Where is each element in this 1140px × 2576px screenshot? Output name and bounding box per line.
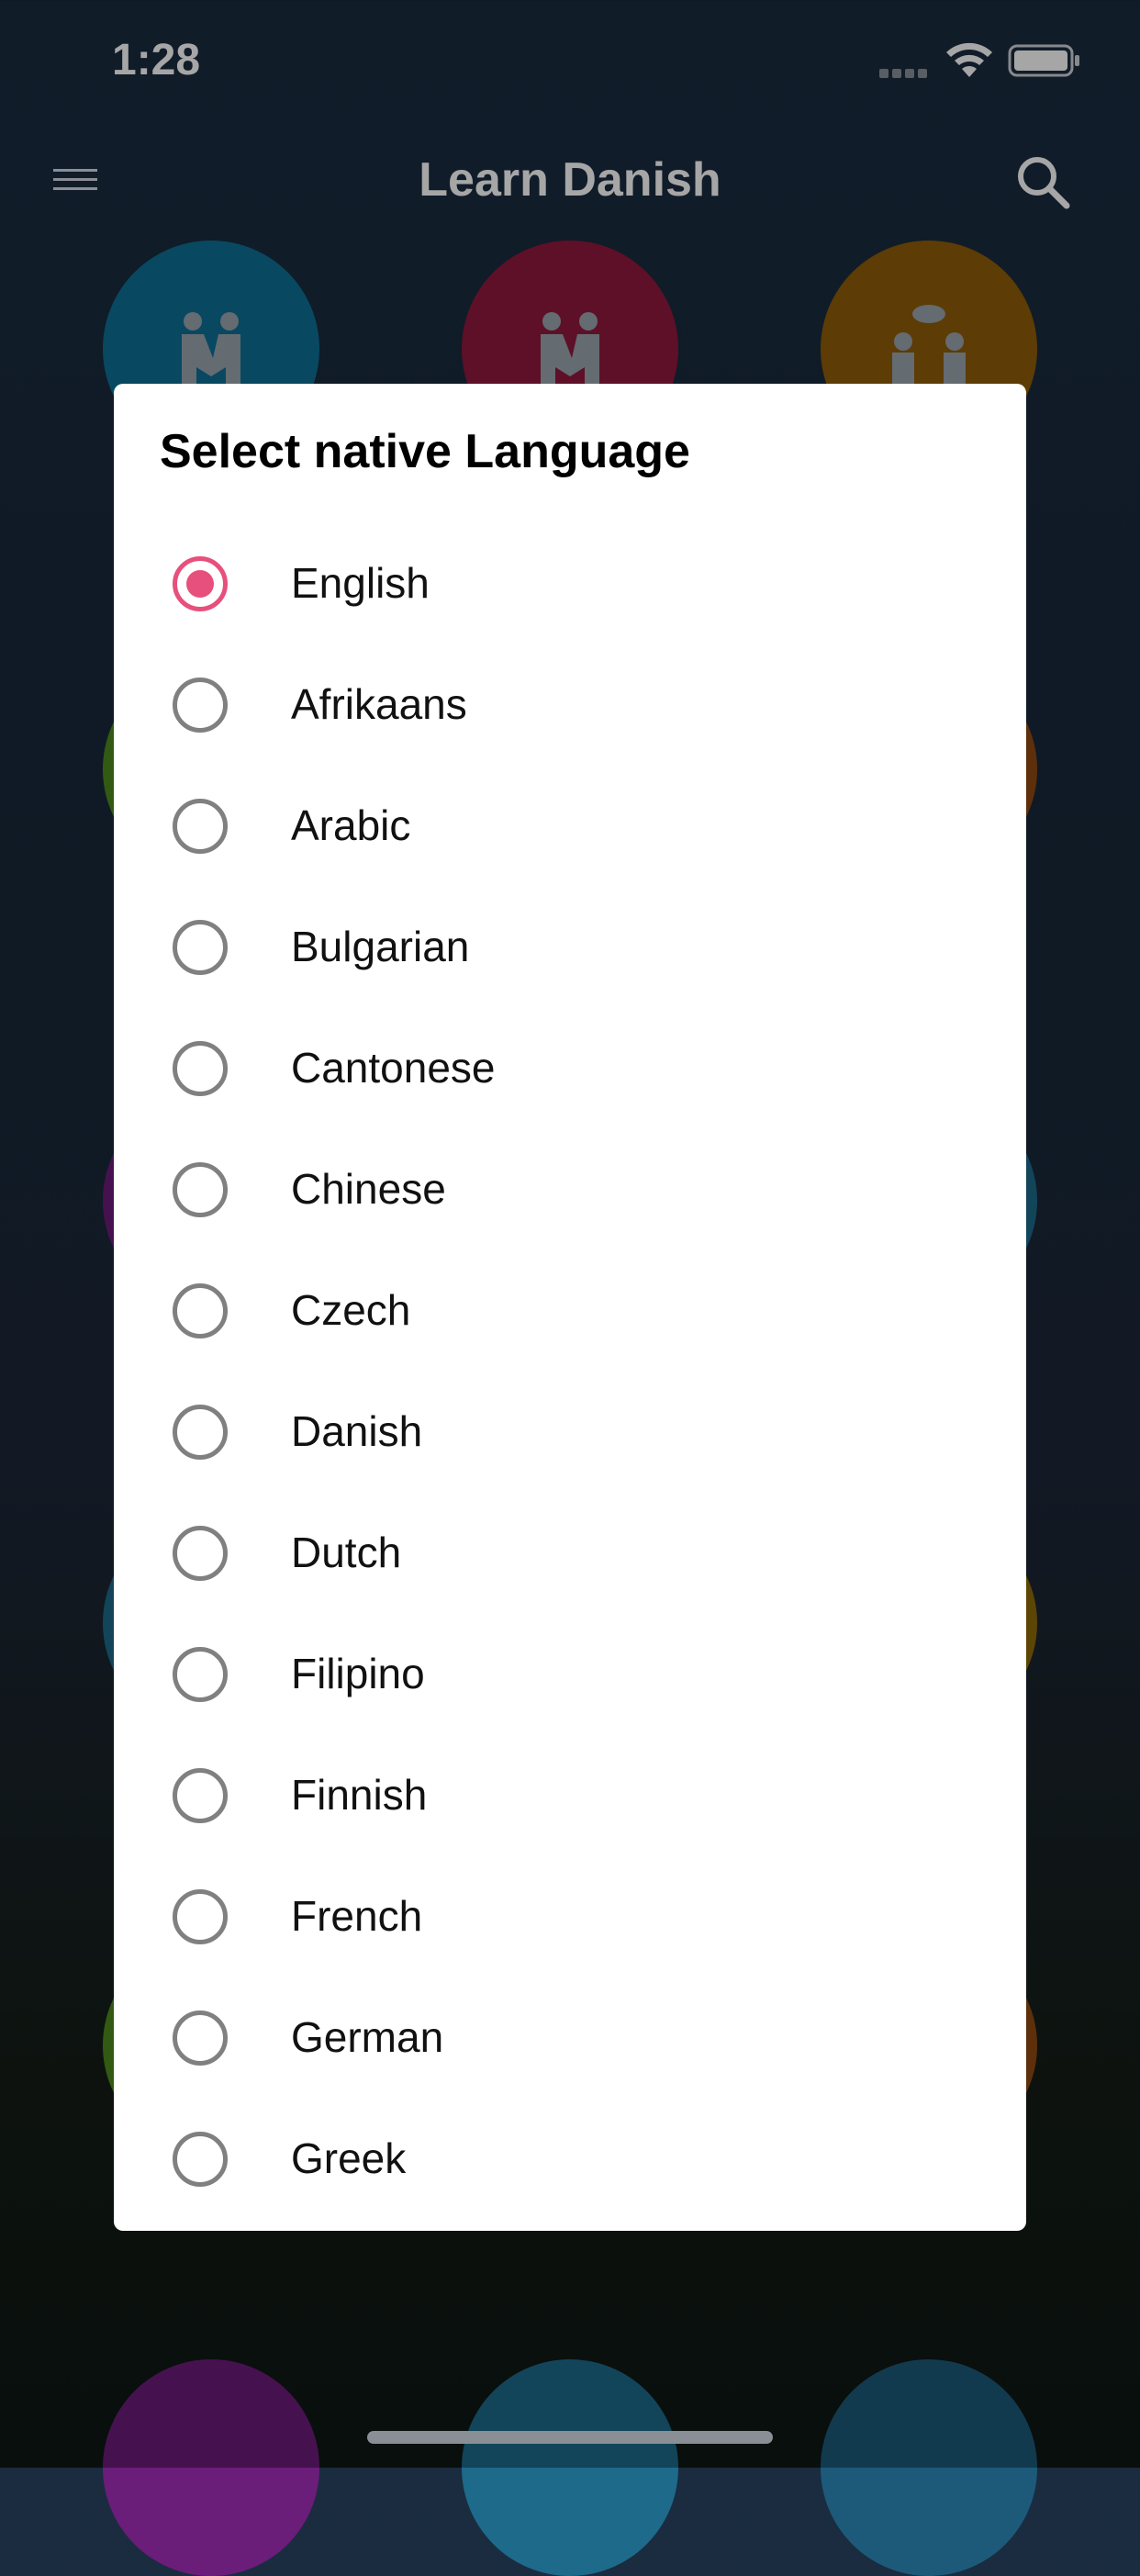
option-label: Arabic — [291, 801, 411, 849]
language-option-czech[interactable]: Czech — [114, 1250, 1026, 1372]
language-option-danish[interactable]: Danish — [114, 1372, 1026, 1493]
language-option-afrikaans[interactable]: Afrikaans — [114, 644, 1026, 766]
language-option-chinese[interactable]: Chinese — [114, 1129, 1026, 1250]
option-label: Chinese — [291, 1165, 446, 1213]
language-option-greek[interactable]: Greek — [114, 2099, 1026, 2220]
radio-button[interactable] — [173, 920, 228, 975]
radio-button[interactable] — [173, 1889, 228, 1944]
option-label: Dutch — [291, 1529, 402, 1576]
radio-button[interactable] — [173, 1283, 228, 1338]
radio-button[interactable] — [173, 678, 228, 733]
language-option-cantonese[interactable]: Cantonese — [114, 1008, 1026, 1129]
home-indicator[interactable] — [367, 2431, 773, 2444]
option-label: Afrikaans — [291, 680, 467, 728]
radio-button[interactable] — [173, 1041, 228, 1096]
radio-button[interactable] — [173, 2132, 228, 2187]
language-option-list: English Afrikaans Arabic Bulgarian Canto… — [114, 523, 1026, 2220]
dialog-title: Select native Language — [160, 425, 690, 478]
radio-button[interactable] — [173, 799, 228, 854]
language-option-dutch[interactable]: Dutch — [114, 1493, 1026, 1614]
radio-button[interactable] — [173, 1162, 228, 1217]
option-label: German — [291, 2013, 444, 2061]
language-option-arabic[interactable]: Arabic — [114, 766, 1026, 887]
language-option-french[interactable]: French — [114, 1856, 1026, 1977]
option-label: Cantonese — [291, 1044, 496, 1092]
radio-button[interactable] — [173, 1768, 228, 1823]
option-label: Danish — [291, 1407, 423, 1455]
radio-button[interactable] — [173, 2010, 228, 2066]
language-dialog: Select native Language English Afrikaans… — [114, 384, 1026, 2231]
language-option-english[interactable]: English — [114, 523, 1026, 644]
language-option-finnish[interactable]: Finnish — [114, 1735, 1026, 1856]
option-label: Filipino — [291, 1650, 425, 1697]
option-label: Bulgarian — [291, 923, 470, 970]
radio-button[interactable] — [173, 1647, 228, 1702]
radio-button[interactable] — [173, 1526, 228, 1581]
radio-button[interactable] — [173, 1405, 228, 1460]
option-label: Greek — [291, 2134, 407, 2182]
option-label: French — [291, 1892, 423, 1940]
option-label: Finnish — [291, 1771, 428, 1819]
radio-button-selected[interactable] — [173, 556, 228, 611]
option-label: Czech — [291, 1286, 411, 1334]
language-option-filipino[interactable]: Filipino — [114, 1614, 1026, 1735]
language-option-bulgarian[interactable]: Bulgarian — [114, 887, 1026, 1008]
language-option-german[interactable]: German — [114, 1977, 1026, 2099]
option-label: English — [291, 559, 430, 607]
